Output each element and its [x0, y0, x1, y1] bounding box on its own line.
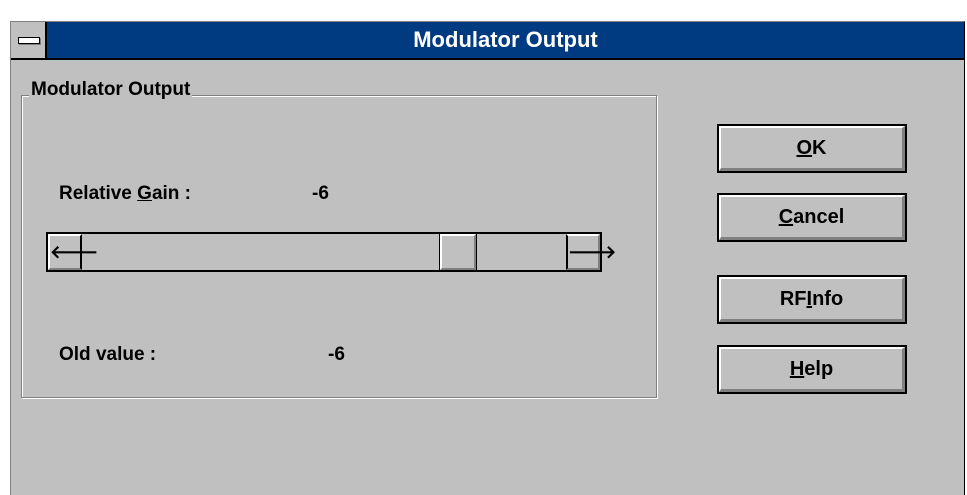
- ok-button[interactable]: OK: [717, 124, 907, 173]
- help-button[interactable]: Help: [717, 345, 907, 394]
- cancel-button[interactable]: Cancel: [717, 193, 907, 242]
- title-bar: Modulator Output: [11, 22, 964, 60]
- slider-left-arrow-icon[interactable]: 🡐: [48, 234, 98, 270]
- system-menu-button[interactable]: [11, 22, 47, 58]
- window-title: Modulator Output: [413, 27, 598, 52]
- gain-slider[interactable]: 🡐 🡒: [46, 232, 616, 272]
- groupbox-label: Modulator Output: [29, 79, 193, 101]
- system-menu-icon: [18, 37, 40, 44]
- relative-gain-value: -6: [312, 183, 329, 204]
- old-value-label: Old value :: [59, 344, 157, 365]
- slider-thumb[interactable]: [439, 233, 477, 271]
- old-value: -6: [328, 344, 345, 365]
- slider-right-arrow-icon[interactable]: 🡒: [566, 234, 616, 270]
- rf-info-button[interactable]: RF Info: [717, 275, 907, 324]
- relative-gain-label: Relative Gain :: [59, 183, 191, 204]
